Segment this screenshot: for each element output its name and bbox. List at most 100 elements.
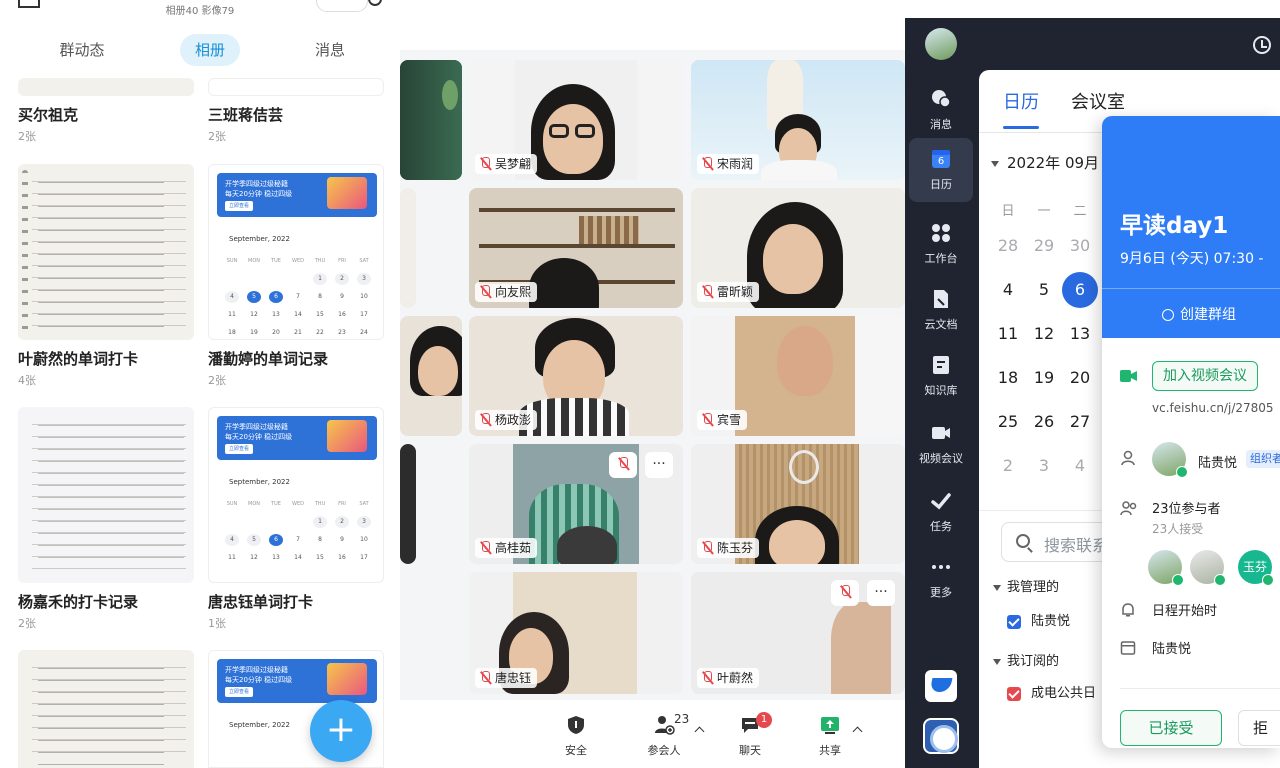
album-thumbnail[interactable]: 开学季四级过级秘籍 每天20分钟 稳过四级 立即查看 September, 20… bbox=[208, 164, 384, 340]
album-count: 1张 bbox=[208, 617, 226, 630]
app-badge-icon[interactable] bbox=[923, 718, 959, 754]
mini-calendar-title: September, 2022 bbox=[229, 478, 290, 486]
album-thumbnail[interactable] bbox=[18, 164, 194, 340]
tile-more-button[interactable]: ··· bbox=[645, 452, 673, 478]
calendar-day-selected[interactable]: 6 bbox=[1062, 272, 1098, 308]
rail-item-wiki[interactable]: 知识库 bbox=[909, 344, 973, 404]
mini-calendar-day: 11 bbox=[228, 311, 236, 318]
calendar-day[interactable]: 11 bbox=[990, 316, 1026, 352]
tab-album[interactable]: 相册 bbox=[180, 34, 240, 66]
avatar[interactable] bbox=[1148, 550, 1184, 586]
create-group-button[interactable]: 创建群组 bbox=[1162, 304, 1236, 324]
tab-group-feed[interactable]: 群动态 bbox=[40, 34, 124, 66]
video-tile[interactable]: 雷昕颖 bbox=[691, 188, 905, 308]
video-tile-partial[interactable] bbox=[400, 444, 416, 564]
video-tile[interactable]: 唐忠钰 bbox=[469, 572, 683, 694]
history-icon[interactable] bbox=[1253, 36, 1271, 54]
join-video-meeting-button[interactable]: 加入视频会议 bbox=[1152, 361, 1258, 391]
rail-item-more[interactable]: 更多 bbox=[909, 546, 973, 606]
calendar-day[interactable]: 4 bbox=[1062, 448, 1098, 484]
album-thumbnail[interactable]: 开学季四级过级秘籍 每天20分钟 稳过四级 立即查看 September, 20… bbox=[208, 407, 384, 583]
avatar[interactable] bbox=[1152, 442, 1188, 478]
chat-button[interactable]: 1 聊天 bbox=[720, 712, 780, 758]
group-managed-calendars[interactable]: 我管理的 bbox=[993, 576, 1059, 595]
calendar-day[interactable]: 18 bbox=[990, 360, 1026, 396]
calendar-day[interactable]: 29 bbox=[1026, 228, 1062, 264]
video-tile[interactable]: ··· 高桂茹 bbox=[469, 444, 683, 564]
rail-item-video-meeting[interactable]: 视频会议 bbox=[909, 412, 973, 472]
meeting-link[interactable]: vc.feishu.cn/j/27805 bbox=[1152, 401, 1274, 415]
video-tile-partial[interactable] bbox=[400, 188, 416, 308]
mini-calendar-day: 20 bbox=[272, 329, 280, 335]
album-name: 买尔祖克 bbox=[18, 106, 79, 124]
mini-calendar-weekday: FRI bbox=[338, 501, 346, 507]
video-tile[interactable]: 宋雨润 bbox=[691, 60, 905, 180]
rail-item-messages[interactable]: 消息 bbox=[909, 78, 973, 138]
checkbox[interactable] bbox=[1007, 686, 1021, 701]
video-tile[interactable]: 宾雪 bbox=[691, 316, 905, 436]
calendar-day[interactable]: 2 bbox=[990, 448, 1026, 484]
calendar-day[interactable]: 12 bbox=[1026, 316, 1062, 352]
apps-grid-icon bbox=[930, 222, 952, 244]
tab-meeting-room[interactable]: 会议室 bbox=[1071, 88, 1125, 114]
video-tile[interactable]: ··· 叶蔚然 bbox=[691, 572, 905, 694]
participants-button[interactable]: 23 参会人 bbox=[634, 712, 705, 758]
album-count: 4张 bbox=[18, 374, 36, 387]
video-tile-partial[interactable] bbox=[400, 60, 462, 180]
calendar-day[interactable]: 26 bbox=[1026, 404, 1062, 440]
search-placeholder: 搜索联系 bbox=[1044, 536, 1109, 555]
tile-more-button[interactable]: ··· bbox=[867, 580, 895, 606]
calendar-toggle[interactable]: 陆贵悦 bbox=[1007, 610, 1070, 629]
video-tile[interactable]: 杨政澎 bbox=[469, 316, 683, 436]
feishu-logo-icon[interactable] bbox=[925, 670, 957, 702]
reject-button[interactable]: 拒 bbox=[1238, 710, 1280, 746]
month-selector[interactable]: 2022年 09月 bbox=[991, 152, 1099, 173]
tab-messages[interactable]: 消息 bbox=[290, 34, 370, 66]
participant-name-tag: 向友熙 bbox=[475, 282, 538, 302]
calendar-day[interactable]: 13 bbox=[1062, 316, 1098, 352]
video-tile[interactable]: 向友熙 bbox=[469, 188, 683, 308]
rail-item-calendar[interactable]: 6 日历 bbox=[909, 138, 973, 202]
checkbox[interactable] bbox=[1007, 614, 1021, 629]
calendar-day[interactable]: 28 bbox=[990, 228, 1026, 264]
group-subscribed-calendars[interactable]: 我订阅的 bbox=[993, 650, 1059, 669]
chevron-up-icon[interactable] bbox=[694, 726, 705, 737]
group-chat-icon bbox=[1162, 309, 1174, 321]
video-tile[interactable]: 陈玉芬 bbox=[691, 444, 905, 564]
avatar[interactable]: 玉芬 bbox=[1238, 550, 1274, 586]
tile-mic-off-button[interactable] bbox=[831, 580, 859, 606]
chevron-up-icon[interactable] bbox=[852, 726, 863, 737]
calendar-day[interactable]: 4 bbox=[990, 272, 1026, 308]
header-pill-button[interactable] bbox=[316, 0, 368, 12]
attendee-count[interactable]: 23位参与者 bbox=[1152, 498, 1221, 517]
mini-calendar-day: 14 bbox=[294, 311, 302, 318]
avatar[interactable] bbox=[1190, 550, 1226, 586]
participant-name-tag: 陈玉芬 bbox=[697, 538, 760, 558]
tab-calendar[interactable]: 日历 bbox=[1003, 88, 1039, 114]
avatar[interactable] bbox=[925, 28, 957, 60]
calendar-day[interactable]: 3 bbox=[1026, 448, 1062, 484]
rail-item-tasks[interactable]: 任务 bbox=[909, 480, 973, 540]
rail-item-workspace[interactable]: 工作台 bbox=[909, 212, 973, 272]
video-tile[interactable]: 吴梦翩 bbox=[469, 60, 683, 180]
album-thumbnail[interactable] bbox=[208, 78, 384, 96]
tile-mic-off-button[interactable] bbox=[609, 452, 637, 478]
accepted-button[interactable]: 已接受 bbox=[1120, 710, 1222, 746]
album-count: 2张 bbox=[18, 130, 36, 143]
calendar-toggle[interactable]: 成电公共日 bbox=[1007, 682, 1096, 701]
share-button[interactable]: 共享 bbox=[800, 714, 863, 758]
rail-item-docs[interactable]: 云文档 bbox=[909, 278, 973, 338]
album-thumbnail[interactable] bbox=[18, 78, 194, 96]
album-thumbnail[interactable] bbox=[18, 407, 194, 583]
calendar-day[interactable]: 30 bbox=[1062, 228, 1098, 264]
calendar-day[interactable]: 25 bbox=[990, 404, 1026, 440]
mini-calendar-day: 10 bbox=[360, 536, 368, 543]
security-button[interactable]: 安全 bbox=[546, 714, 606, 758]
add-button[interactable]: + bbox=[310, 700, 372, 762]
calendar-day[interactable]: 19 bbox=[1026, 360, 1062, 396]
calendar-day[interactable]: 27 bbox=[1062, 404, 1098, 440]
video-tile-partial[interactable] bbox=[400, 316, 462, 436]
calendar-day[interactable]: 20 bbox=[1062, 360, 1098, 396]
calendar-day[interactable]: 5 bbox=[1026, 272, 1062, 308]
album-thumbnail[interactable] bbox=[18, 650, 194, 768]
